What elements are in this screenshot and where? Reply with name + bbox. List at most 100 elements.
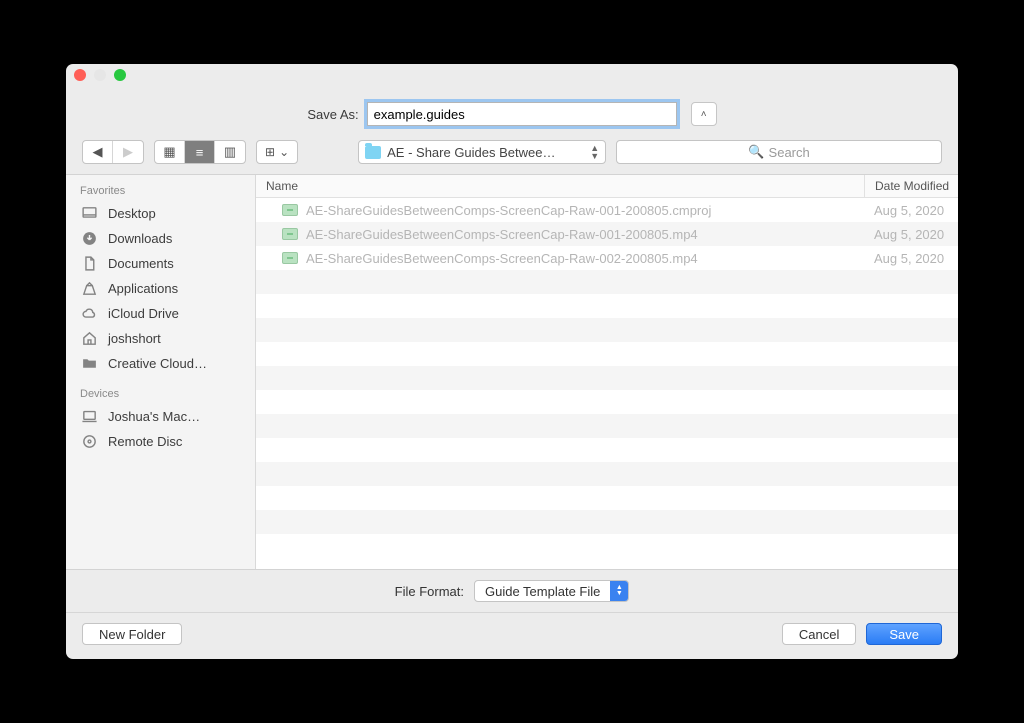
titlebar [66,64,958,86]
columns-icon: ▥ [224,144,236,160]
view-columns-button[interactable]: ▥ [215,141,245,163]
sidebar-item-remote-disc[interactable]: Remote Disc [66,429,255,454]
group-icon: ⊞ [265,145,275,159]
folder-icon [80,355,98,372]
applications-icon [80,280,98,297]
sidebar-item-label: Downloads [108,231,172,246]
save-dialog: Save As: ˄ ◀ ▶ ▦ ≡ ▥ ⊞ ⌄ AE - Share Guid… [66,64,958,659]
sidebar-item-creative-cloud[interactable]: Creative Cloud… [66,351,255,376]
save-as-row: Save As: ˄ [66,86,958,140]
file-list: Name Date Modified AE-ShareGuidesBetween… [256,175,958,569]
table-row [256,390,958,414]
rows: AE-ShareGuidesBetweenComps-ScreenCap-Raw… [256,198,958,569]
file-date: Aug 5, 2020 [864,227,958,242]
table-row [256,318,958,342]
new-folder-button[interactable]: New Folder [82,623,182,645]
table-row[interactable]: AE-ShareGuidesBetweenComps-ScreenCap-Raw… [256,246,958,270]
sidebar-item-label: Applications [108,281,178,296]
table-row[interactable]: AE-ShareGuidesBetweenComps-ScreenCap-Raw… [256,222,958,246]
view-list-button[interactable]: ≡ [185,141,215,163]
search-input[interactable]: 🔍 Search [616,140,942,164]
table-row [256,438,958,462]
save-button[interactable]: Save [866,623,942,645]
group-by-button[interactable]: ⊞ ⌄ [256,140,298,164]
chevron-right-icon: ▶ [123,144,133,160]
search-placeholder: Search [769,145,810,160]
location-popup[interactable]: AE - Share Guides Betwee… ▲▼ [358,140,606,164]
collapse-button[interactable]: ˄ [691,102,717,126]
file-icon [282,204,298,216]
file-format-label: File Format: [395,584,464,599]
sidebar-item-documents[interactable]: Documents [66,251,255,276]
table-row [256,366,958,390]
sidebar-item-label: Joshua's Mac… [108,409,200,424]
table-row [256,294,958,318]
cancel-button[interactable]: Cancel [782,623,856,645]
zoom-icon[interactable] [114,69,126,81]
devices-heading: Devices [66,386,255,404]
file-name: AE-ShareGuidesBetweenComps-ScreenCap-Raw… [306,203,864,218]
home-icon [80,330,98,347]
sidebar-item-applications[interactable]: Applications [66,276,255,301]
list-header: Name Date Modified [256,175,958,198]
file-name: AE-ShareGuidesBetweenComps-ScreenCap-Raw… [306,251,864,266]
save-as-label: Save As: [307,107,358,122]
file-date: Aug 5, 2020 [864,203,958,218]
favorites-heading: Favorites [66,183,255,201]
table-row [256,342,958,366]
save-as-input[interactable] [367,102,677,126]
file-name: AE-ShareGuidesBetweenComps-ScreenCap-Raw… [306,227,864,242]
sidebar-item-label: Creative Cloud… [108,356,207,371]
cloud-icon [80,305,98,322]
documents-icon [80,255,98,272]
column-name[interactable]: Name [256,175,864,197]
sidebar-item-mac[interactable]: Joshua's Mac… [66,404,255,429]
sidebar-item-label: Documents [108,256,174,271]
list-icon: ≡ [196,145,204,160]
toolbar: ◀ ▶ ▦ ≡ ▥ ⊞ ⌄ AE - Share Guides Betwee… … [66,140,958,174]
close-icon[interactable] [74,69,86,81]
file-format-select[interactable]: Guide Template File ▲▼ [474,580,629,602]
search-icon: 🔍 [748,144,764,160]
downloads-icon [80,230,98,247]
table-row [256,486,958,510]
table-row [256,414,958,438]
location-label: AE - Share Guides Betwee… [387,145,555,160]
chevron-down-icon: ⌄ [279,145,289,159]
file-icon [282,252,298,264]
footer: New Folder Cancel Save [66,613,958,659]
sidebar-item-downloads[interactable]: Downloads [66,226,255,251]
table-row[interactable]: AE-ShareGuidesBetweenComps-ScreenCap-Raw… [256,198,958,222]
file-format-value: Guide Template File [475,584,610,599]
table-row [256,462,958,486]
nav-back-forward: ◀ ▶ [82,140,144,164]
folder-icon [365,146,381,159]
sidebar-item-label: Desktop [108,206,156,221]
back-button[interactable]: ◀ [83,141,113,163]
file-icon [282,228,298,240]
sidebar-item-label: iCloud Drive [108,306,179,321]
sidebar-item-label: joshshort [108,331,161,346]
file-date: Aug 5, 2020 [864,251,958,266]
view-icons-button[interactable]: ▦ [155,141,185,163]
sidebar-item-desktop[interactable]: Desktop [66,201,255,226]
column-date[interactable]: Date Modified [864,175,958,197]
grid-icon: ▦ [163,144,175,160]
view-mode-segment: ▦ ≡ ▥ [154,140,246,164]
chevron-left-icon: ◀ [93,144,103,160]
sidebar-item-icloud[interactable]: iCloud Drive [66,301,255,326]
minimize-icon [94,69,106,81]
table-row [256,510,958,534]
chevron-up-icon: ˄ [701,109,707,120]
sidebar: Favorites Desktop Downloads Documents Ap… [66,175,256,569]
disc-icon [80,433,98,450]
forward-button: ▶ [113,141,143,163]
laptop-icon [80,408,98,425]
body: Favorites Desktop Downloads Documents Ap… [66,174,958,570]
updown-icon: ▲▼ [610,581,628,601]
sidebar-item-home[interactable]: joshshort [66,326,255,351]
sidebar-item-label: Remote Disc [108,434,182,449]
updown-icon: ▲▼ [590,144,599,160]
format-row: File Format: Guide Template File ▲▼ [66,570,958,613]
table-row [256,270,958,294]
